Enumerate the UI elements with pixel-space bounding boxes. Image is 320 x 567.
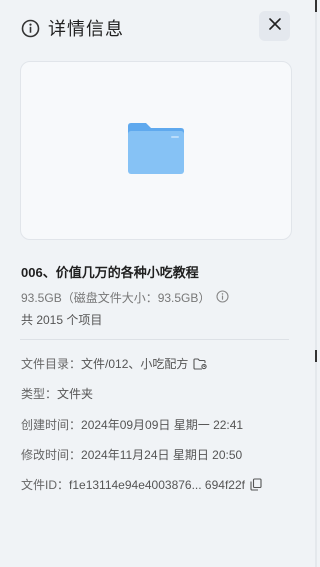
close-button[interactable]	[259, 11, 290, 41]
folder-icon	[126, 120, 186, 181]
fileid-label: 文件ID：	[21, 478, 70, 492]
header-title-group: 详情信息	[21, 15, 124, 41]
modified-value: 2024年11月24日 星期日 20:50	[81, 448, 243, 462]
created-value: 2024年09月09日 星期一 22:41	[81, 418, 244, 432]
info-icon	[21, 19, 40, 38]
fileid-value: f1e13114e94e4003876... 694f22f	[69, 477, 245, 492]
file-preview	[20, 61, 292, 240]
detail-modified: 修改时间： 2024年11月24日 星期日 20:50	[21, 446, 242, 463]
type-label: 类型：	[21, 387, 58, 401]
detail-created: 创建时间： 2024年09月09日 星期一 22:41	[21, 416, 243, 433]
edge-mark	[315, 350, 317, 362]
detail-file-id: 文件ID： f1e13114e94e4003876... 694f22f	[21, 476, 262, 493]
created-label: 创建时间：	[21, 418, 82, 432]
panel-title: 详情信息	[48, 19, 124, 39]
path-label: 文件目录：	[21, 357, 82, 371]
file-size: 93.5GB（磁盘文件大小：93.5GB）	[21, 289, 229, 306]
type-value: 文件夹	[57, 387, 94, 401]
panel-header: 详情信息	[0, 0, 317, 52]
detail-type: 类型： 文件夹	[21, 385, 93, 402]
path-value: 文件/012、小吃配方	[81, 357, 189, 371]
divider	[20, 339, 289, 340]
file-size-text: 93.5GB（磁盘文件大小：93.5GB）	[21, 291, 211, 305]
item-count: 共 2015 个项目	[21, 313, 103, 327]
detail-path: 文件目录： 文件/012、小吃配方	[21, 355, 208, 372]
file-name: 006、价值几万的各种小吃教程	[21, 265, 199, 280]
close-icon	[268, 17, 281, 35]
copy-icon[interactable]	[250, 478, 262, 491]
open-folder-icon[interactable]	[193, 357, 208, 370]
panel-edge	[315, 0, 317, 567]
size-info-icon[interactable]	[216, 289, 229, 306]
modified-label: 修改时间：	[21, 448, 82, 462]
